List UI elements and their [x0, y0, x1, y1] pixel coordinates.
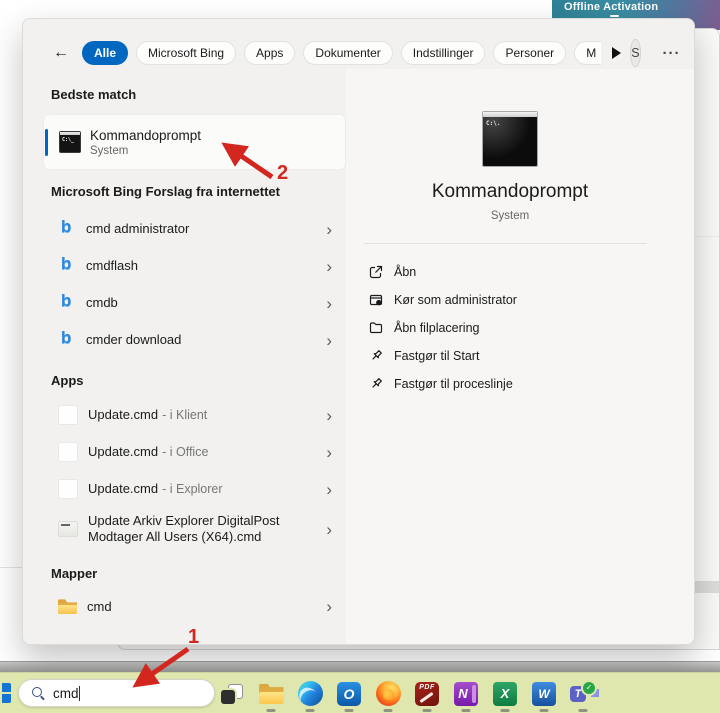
bing-icon [58, 293, 76, 313]
filter-tab[interactable]: Alle [82, 41, 128, 65]
preview-action-item[interactable]: Fastgør til Start [346, 342, 674, 370]
chevron-right-icon[interactable] [326, 221, 332, 238]
bing-suggestion-item[interactable]: cmder download [43, 325, 346, 355]
app-result-item[interactable]: Update Arkiv Explorer DigitalPost Modtag… [43, 511, 346, 548]
filter-tab[interactable]: Apps [244, 41, 295, 65]
bing-suggestion-item[interactable]: cmdflash [43, 251, 346, 281]
chevron-right-icon[interactable] [326, 295, 332, 312]
app-result-item[interactable]: Update.cmd- i Explorer [43, 474, 346, 504]
search-icon [31, 686, 45, 700]
back-arrow-icon[interactable] [53, 45, 69, 61]
taskbar-search-box[interactable] [18, 679, 215, 707]
banner-dash [610, 15, 619, 17]
preview-subtitle: System [491, 209, 529, 223]
cmd-icon [59, 131, 81, 153]
search-header: Alle Microsoft Bing Apps Dokumenter Indstill… [53, 40, 674, 66]
bing-suggestion-item[interactable]: cmd administrator [43, 214, 346, 244]
folder-open-icon [368, 320, 384, 336]
bing-suggestion-list: cmd administrator cmdflash cmdb cmder do… [51, 214, 346, 355]
folder-result-list: cmd [51, 592, 346, 622]
cmd-large-icon [482, 111, 538, 167]
word-icon[interactable] [531, 673, 557, 713]
taskbar-icons [219, 673, 596, 713]
preview-divider [364, 243, 647, 244]
bing-suggestion-item[interactable]: cmdb [43, 288, 346, 318]
section-heading-bing: Microsoft Bing Forslag fra internettet [51, 184, 346, 200]
open-icon [368, 264, 384, 280]
chevron-right-icon[interactable] [326, 332, 332, 349]
section-heading-folders: Mapper [51, 566, 346, 582]
teams-icon[interactable] [570, 673, 596, 713]
preview-action-item[interactable]: Kør som administrator [346, 286, 674, 314]
results-column: Bedste match Kommandoprompt System Micro… [23, 67, 346, 644]
background-window-edge [0, 567, 22, 568]
task-view-icon[interactable] [219, 673, 245, 713]
windows-logo-icon[interactable] [0, 683, 11, 703]
preview-action-item[interactable]: Åbn [346, 258, 674, 286]
pin-icon [368, 348, 384, 364]
best-match-title: Kommandoprompt [90, 128, 201, 143]
play-icon[interactable] [612, 47, 621, 59]
chevron-right-icon[interactable] [326, 598, 332, 615]
search-filter-tabs: Alle Microsoft Bing Apps Dokumenter Indstill… [82, 41, 601, 65]
text-caret [79, 686, 80, 701]
filter-tab[interactable]: Personer [493, 41, 566, 65]
outlook-icon[interactable] [336, 673, 362, 713]
chevron-right-icon[interactable] [326, 258, 332, 275]
onenote-icon[interactable] [453, 673, 479, 713]
section-heading-best-match: Bedste match [51, 87, 346, 103]
app-result-item[interactable]: Update.cmd- i Klient [43, 400, 346, 430]
apps-result-list: Update.cmd- i Klient Update.cmd- i Offic… [51, 400, 346, 548]
chevron-right-icon[interactable] [326, 407, 332, 424]
admin-shield-icon [368, 292, 384, 308]
banner-title: Offline Activation [564, 1, 658, 13]
firefox-icon[interactable] [375, 673, 401, 713]
bing-icon [58, 219, 76, 239]
screen: Offline Activation Alle Microsoft Bing App… [0, 0, 720, 713]
search-input[interactable] [53, 686, 183, 701]
more-options-icon[interactable] [663, 45, 681, 62]
section-heading-apps: Apps [51, 373, 346, 389]
excel-icon[interactable] [492, 673, 518, 713]
search-flyout: Alle Microsoft Bing Apps Dokumenter Indstill… [22, 18, 695, 645]
blank-file-icon [58, 479, 78, 499]
file-explorer-icon[interactable] [258, 673, 284, 713]
preview-title: Kommandoprompt [432, 179, 588, 205]
blank-file-icon [58, 442, 78, 462]
chevron-right-icon[interactable] [326, 444, 332, 461]
chevron-right-icon[interactable] [326, 521, 332, 538]
filter-tab[interactable]: Indstillinger [401, 41, 486, 65]
pdf-icon[interactable] [414, 673, 440, 713]
filter-tab[interactable]: Microsoft Bing [136, 41, 236, 65]
selection-accent-bar [45, 129, 48, 156]
bing-icon [58, 330, 76, 350]
app-result-item[interactable]: Update.cmd- i Office [43, 437, 346, 467]
chevron-right-icon[interactable] [326, 481, 332, 498]
best-match-item[interactable]: Kommandoprompt System [43, 114, 346, 170]
preview-action-item[interactable]: Fastgør til proceslinje [346, 370, 674, 398]
bing-icon [58, 256, 76, 276]
folder-icon [58, 599, 77, 614]
taskbar [0, 672, 720, 713]
preview-action-item[interactable]: Åbn filplacering [346, 314, 674, 342]
script-file-icon [58, 521, 78, 537]
filter-tab[interactable]: Dokumenter [303, 41, 392, 65]
blank-file-icon [58, 405, 78, 425]
folder-result-item[interactable]: cmd [43, 592, 346, 622]
pin-icon [368, 376, 384, 392]
preview-actions: Åbn Kør som administrator Åbn filplaceri… [346, 258, 674, 398]
filter-tab[interactable]: M [574, 41, 601, 65]
preview-pane: Kommandoprompt System Åbn Kør som admini… [346, 69, 694, 644]
best-match-subtitle: System [90, 145, 201, 157]
avatar[interactable]: S [630, 39, 640, 67]
edge-icon[interactable] [297, 673, 323, 713]
